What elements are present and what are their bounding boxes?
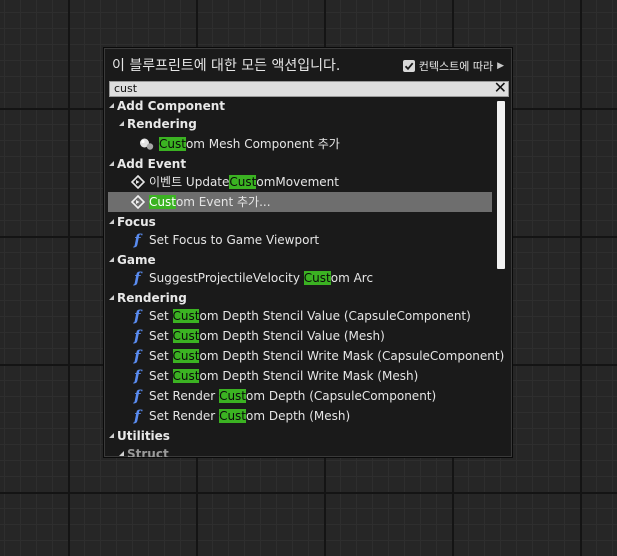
action-label-rest: om Depth Stencil Value (CapsuleComponent… [199,309,471,323]
function-f-icon: f [134,367,141,385]
action-set-custom-depth-stencil-value-mesh[interactable]: f Set Custom Depth Stencil Value (Mesh) [108,326,492,346]
action-add-custom-mesh-component[interactable]: Custom Mesh Component 추가 [108,134,492,154]
action-label: Set Custom Depth Stencil Value (CapsuleC… [149,306,471,326]
action-list: Add Component Rendering Custom Mesh Comp… [104,99,512,457]
collapse-triangle-icon[interactable] [119,451,124,456]
search-box[interactable]: ✕ [109,80,509,97]
action-label-prefix: Set [149,329,173,343]
search-highlight: Cust [219,389,247,403]
action-label-rest: om Depth Stencil Value (Mesh) [199,329,385,343]
category-game[interactable]: Game [109,251,156,269]
search-highlight: Cust [172,369,200,383]
subcategory-rendering[interactable]: Rendering [119,115,197,133]
list-scrollbar[interactable] [497,101,505,269]
component-sphere-icon [139,137,155,157]
search-highlight: Cust [229,175,257,189]
search-input[interactable] [110,82,494,96]
category-rendering[interactable]: Rendering [109,289,187,307]
collapse-triangle-icon[interactable] [109,161,114,166]
context-sensitive-checkbox[interactable] [402,60,415,72]
action-update-custom-movement[interactable]: 이벤트 UpdateCustomMovement [108,172,492,192]
action-label: SuggestProjectileVelocity Custom Arc [149,268,373,288]
category-add-event[interactable]: Add Event [109,155,186,173]
category-label: Game [117,253,156,267]
action-set-render-custom-depth-capsule[interactable]: f Set Render Custom Depth (CapsuleCompon… [108,386,492,406]
action-set-focus-to-game-viewport[interactable]: f Set Focus to Game Viewport [108,230,492,250]
context-sensitive-label: 컨텍스트에 따라 [418,60,494,73]
search-highlight: Cust [172,329,200,343]
action-label: Custom Event 추가... [149,192,271,212]
action-add-custom-event[interactable]: Custom Event 추가... [108,192,492,212]
context-sensitive-toggle[interactable]: 컨텍스트에 따라 ▶ [402,58,504,74]
action-label-rest: om Depth Stencil Write Mask (CapsuleComp… [199,349,505,363]
search-highlight: Cust [172,349,200,363]
action-label: Set Render Custom Depth (CapsuleComponen… [149,386,436,406]
action-set-custom-depth-stencil-value-capsule[interactable]: f Set Custom Depth Stencil Value (Capsul… [108,306,492,326]
action-label: Set Focus to Game Viewport [149,233,320,247]
category-label: Utilities [117,429,170,443]
action-label-prefix: SuggestProjectileVelocity [149,271,304,285]
action-label-rest: omMovement [256,175,339,189]
search-highlight: Cust [219,409,247,423]
category-label: Focus [117,215,156,229]
category-label: Rendering [117,291,187,305]
function-f-icon: f [134,407,141,425]
checkmark-icon [404,62,414,71]
function-f-icon: f [134,231,141,249]
function-f-icon: f [134,269,141,287]
clear-search-icon[interactable]: ✕ [494,80,507,96]
collapse-triangle-icon[interactable] [109,103,114,108]
action-suggest-projectile-velocity-custom-arc[interactable]: f SuggestProjectileVelocity Custom Arc [108,268,492,288]
action-label: Custom Mesh Component 추가 [159,134,340,154]
action-label-rest: om Depth (Mesh) [246,409,351,423]
action-label: 이벤트 UpdateCustomMovement [149,172,339,192]
collapse-triangle-icon[interactable] [119,121,124,126]
action-label-prefix: Set [149,309,173,323]
action-label-rest: om Depth Stencil Write Mask (Mesh) [199,369,419,383]
action-label-prefix: Set [149,369,173,383]
event-diamond-icon [130,194,146,215]
action-label: Set Custom Depth Stencil Value (Mesh) [149,326,385,346]
collapse-triangle-icon[interactable] [109,257,114,262]
function-f-icon: f [134,327,141,345]
search-highlight: Cust [149,195,176,209]
action-label-prefix: Set Render [149,409,220,423]
action-label-rest: om Depth (CapsuleComponent) [246,389,437,403]
action-label-prefix: Set Render [149,389,220,403]
category-utilities[interactable]: Utilities [109,427,170,445]
search-highlight: Cust [303,271,331,285]
category-label: Rendering [127,117,197,131]
action-label: Set Render Custom Depth (Mesh) [149,406,350,426]
action-label-prefix: Set [149,349,173,363]
collapse-triangle-icon[interactable] [109,219,114,224]
action-set-custom-depth-stencil-write-mask-mesh[interactable]: f Set Custom Depth Stencil Write Mask (M… [108,366,492,386]
collapse-triangle-icon[interactable] [109,295,114,300]
category-focus[interactable]: Focus [109,213,156,231]
category-label: Struct [127,447,169,457]
action-label-rest: om Event 추가... [175,195,271,209]
collapse-triangle-icon[interactable] [109,433,114,438]
category-add-component[interactable]: Add Component [109,99,225,115]
action-label: Set Custom Depth Stencil Write Mask (Cap… [149,346,504,366]
function-f-icon: f [134,307,141,325]
category-label: Add Event [117,157,187,171]
function-f-icon: f [134,347,141,365]
search-highlight: Cust [159,137,186,151]
action-set-render-custom-depth-mesh[interactable]: f Set Render Custom Depth (Mesh) [108,406,492,426]
action-label-rest: om Mesh Component 추가 [185,137,340,151]
action-label-prefix: 이벤트 Update [149,175,230,189]
category-label: Add Component [117,99,225,113]
expand-arrow-icon[interactable]: ▶ [497,61,504,71]
search-highlight: Cust [172,309,200,323]
menu-header: 이 블루프린트에 대한 모든 액션입니다. 컨텍스트에 따라 ▶ [104,48,512,82]
blueprint-action-menu: 이 블루프린트에 대한 모든 액션입니다. 컨텍스트에 따라 ▶ ✕ Add C… [103,47,513,458]
action-set-custom-depth-stencil-write-mask-capsule[interactable]: f Set Custom Depth Stencil Write Mask (C… [108,346,504,366]
subcategory-struct[interactable]: Struct [119,445,169,457]
action-label: Set Custom Depth Stencil Write Mask (Mes… [149,366,418,386]
action-label-rest: om Arc [330,271,374,285]
menu-title: 이 블루프린트에 대한 모든 액션입니다. [112,58,341,74]
function-f-icon: f [134,387,141,405]
